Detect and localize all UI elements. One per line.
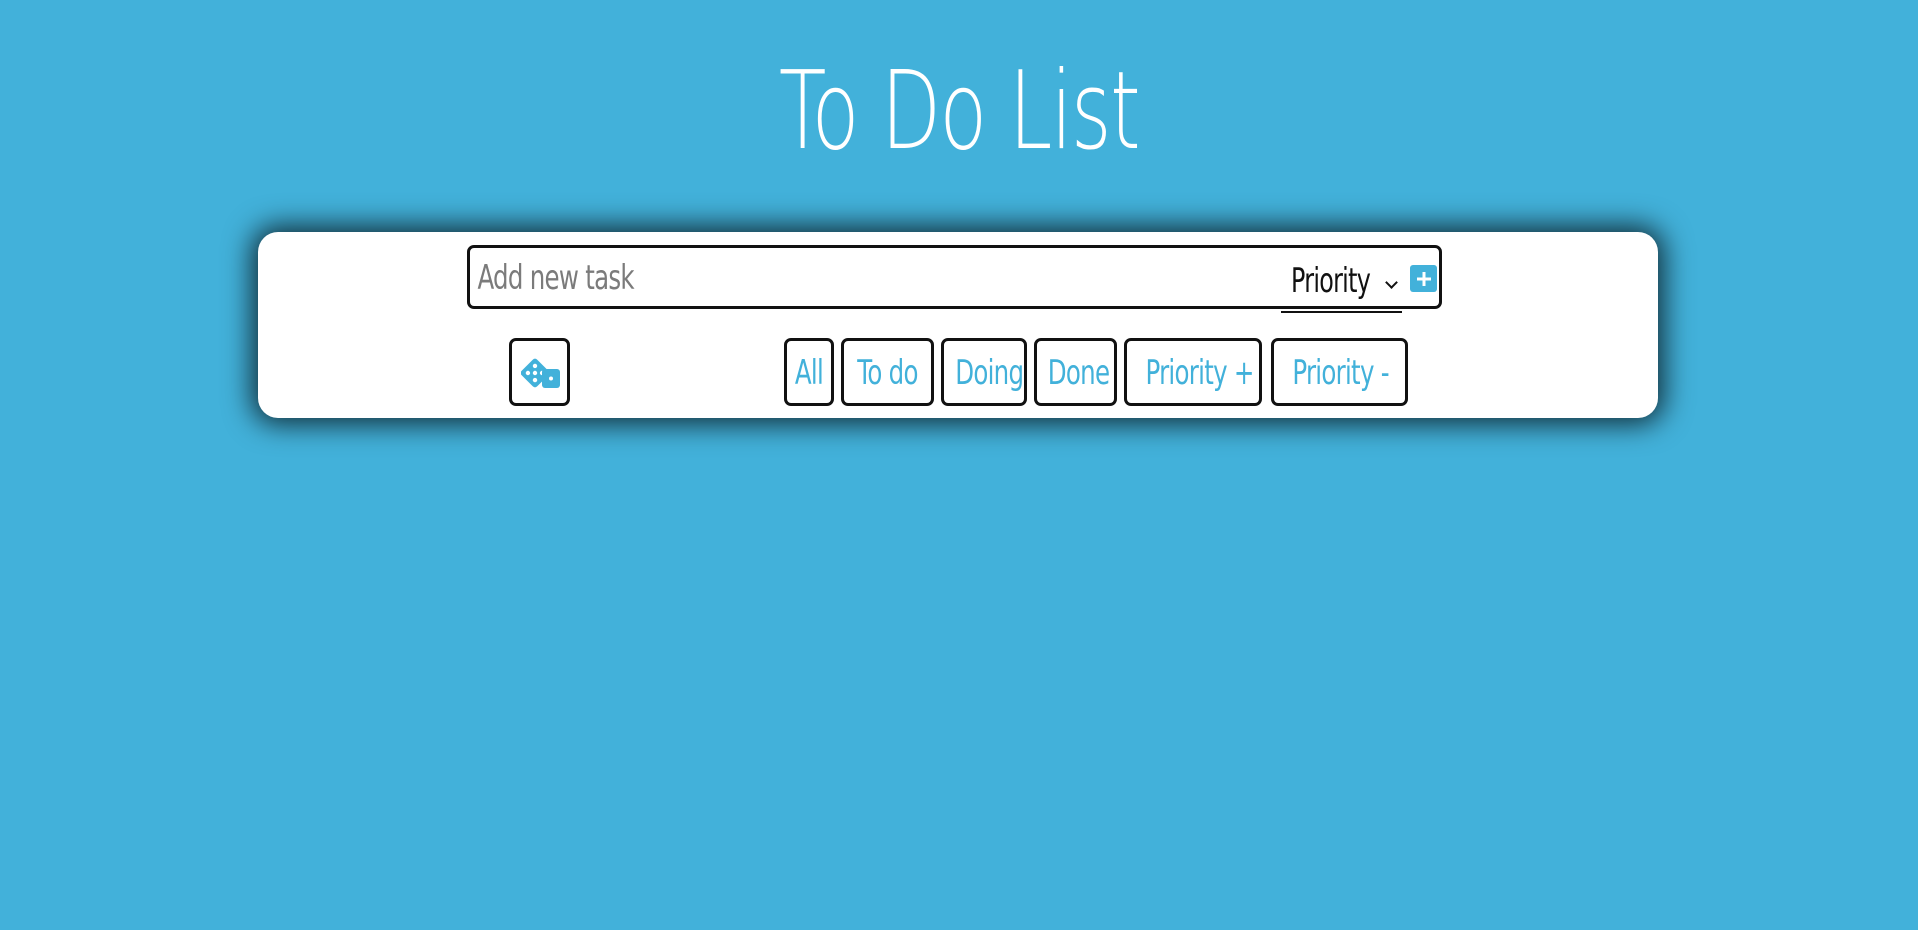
add-task-button[interactable] [1410,265,1437,292]
priority-select[interactable]: Priority [1281,250,1402,313]
random-task-button[interactable] [509,338,570,406]
filter-done-button[interactable]: Done [1034,338,1117,406]
chevron-down-icon [1385,276,1398,289]
sort-priority-desc-label: Priority - [1292,353,1389,393]
filter-todo-button[interactable]: To do [841,338,934,406]
new-task-form: Priority [467,245,1442,313]
filter-doing-label: Doing [955,353,1024,393]
new-task-input[interactable] [476,254,1257,302]
page-title: To Do List [778,49,1141,174]
filter-all-label: All [794,353,824,393]
filter-done-label: Done [1047,353,1110,393]
todo-card: Priority All To d [258,232,1658,418]
dice-icon [521,358,560,388]
sort-priority-asc-label: Priority + [1145,353,1254,393]
filter-all-button[interactable]: All [784,338,834,406]
sort-priority-asc-button[interactable]: Priority + [1124,338,1262,406]
app-page: To Do List Priority [0,0,1918,930]
filter-doing-button[interactable]: Doing [941,338,1027,406]
priority-select-label: Priority [1291,260,1371,301]
sort-priority-desc-button[interactable]: Priority - [1271,338,1408,406]
filter-todo-label: To do [857,353,918,393]
